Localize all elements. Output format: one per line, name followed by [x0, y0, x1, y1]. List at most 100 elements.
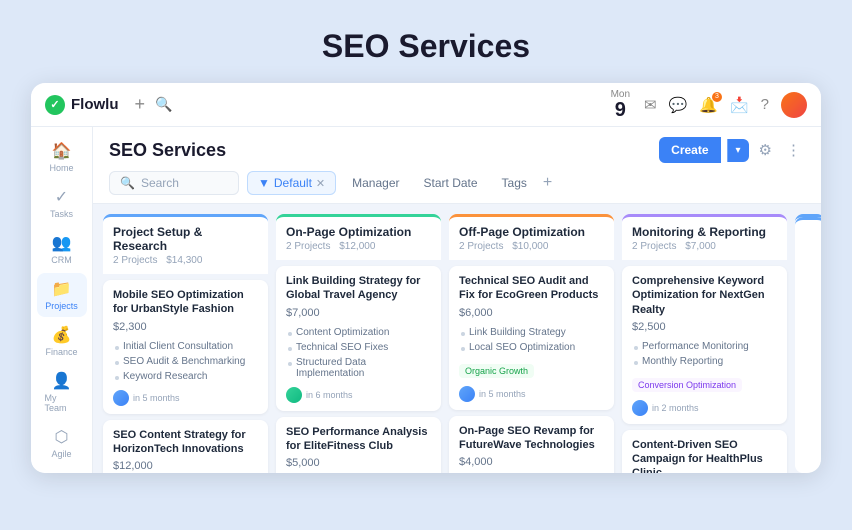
- card-1-0[interactable]: Link Building Strategy for Global Travel…: [276, 266, 441, 411]
- sidebar-label-tasks: Tasks: [50, 209, 73, 219]
- agile-icon: ⬡: [55, 427, 69, 447]
- search-box-icon: 🔍: [120, 176, 135, 190]
- mail-icon[interactable]: ✉: [644, 96, 657, 114]
- add-icon[interactable]: +: [135, 94, 146, 115]
- create-button[interactable]: Create: [659, 137, 720, 163]
- sidebar: 🏠 Home ✓ Tasks 👥 CRM 📁 Projects 💰 Financ…: [31, 127, 93, 473]
- col-projects-3: 2 Projects: [632, 241, 676, 252]
- search-box[interactable]: 🔍 Search: [109, 171, 239, 195]
- mini-avatar: [632, 400, 648, 416]
- col-amount-1: $12,000: [339, 241, 375, 252]
- card-price: $12,000: [113, 460, 258, 472]
- card-title: Link Building Strategy for Global Travel…: [286, 274, 431, 303]
- date-day: 9: [615, 100, 626, 120]
- card-time: in 5 months: [479, 389, 526, 399]
- filter-tags[interactable]: Tags: [494, 172, 535, 194]
- card-title: Comprehensive Keyword Optimization for N…: [632, 274, 777, 317]
- card-task: Link Building Strategy: [459, 325, 604, 340]
- filter-add-icon[interactable]: +: [543, 174, 552, 192]
- more-options-button[interactable]: ⋮: [782, 137, 805, 163]
- col-meta-0: 2 Projects $14,300: [113, 255, 258, 266]
- avatar[interactable]: [781, 92, 807, 118]
- col-meta-1: 2 Projects $12,000: [286, 241, 431, 252]
- sidebar-item-knowledge[interactable]: 📖 Knowledge Base: [37, 467, 87, 473]
- sidebar-label-home: Home: [49, 163, 73, 173]
- tasks-icon: ✓: [55, 187, 68, 207]
- col-amount-0: $14,300: [166, 255, 202, 266]
- card-time: in 2 months: [652, 403, 699, 413]
- card-2-1[interactable]: On-Page SEO Revamp for FutureWave Techno…: [449, 416, 614, 473]
- card-1-1[interactable]: SEO Performance Analysis for EliteFitnes…: [276, 417, 441, 473]
- search-icon[interactable]: 🔍: [155, 96, 172, 113]
- sidebar-item-finance[interactable]: 💰 Finance: [37, 319, 87, 363]
- filter-btn-default[interactable]: ▼ Default ✕: [247, 171, 336, 195]
- logo[interactable]: ✓ Flowlu: [45, 95, 119, 115]
- card-3-0[interactable]: Comprehensive Keyword Optimization for N…: [622, 266, 787, 424]
- kanban-col-1: On-Page Optimization 2 Projects $12,000 …: [276, 214, 441, 473]
- card-task: Technical SEO Fixes: [286, 340, 431, 355]
- card-price: $2,500: [632, 321, 777, 333]
- card-time: in 6 months: [306, 390, 353, 400]
- kanban-col-0: Project Setup & Research 2 Projects $14,…: [103, 214, 268, 473]
- sidebar-item-myteam[interactable]: 👤 My Team: [37, 365, 87, 419]
- card-task: Performance Monitoring: [632, 339, 777, 354]
- sidebar-item-tasks[interactable]: ✓ Tasks: [37, 181, 87, 225]
- col-meta-3: 2 Projects $7,000: [632, 241, 777, 252]
- mini-avatar: [113, 390, 129, 406]
- app-window: ✓ Flowlu + 🔍 Mon 9 ✉ 💬 🔔 3 📩 ? 🏠 H: [31, 83, 821, 473]
- finance-icon: 💰: [52, 325, 72, 345]
- card-0-1[interactable]: SEO Content Strategy for HorizonTech Inn…: [103, 420, 268, 473]
- projects-icon: 📁: [52, 279, 72, 299]
- col-amount-2: $10,000: [512, 241, 548, 252]
- card-task: Structured Data Implementation: [286, 355, 431, 381]
- kanban-col-3: Monitoring & Reporting 2 Projects $7,000…: [622, 214, 787, 473]
- crm-icon: 👥: [52, 233, 72, 253]
- date-display: Mon 9: [611, 89, 630, 120]
- sidebar-label-projects: Projects: [45, 301, 78, 311]
- card-title: On-Page SEO Revamp for FutureWave Techno…: [459, 424, 604, 453]
- card-tasks: Content Optimization Technical SEO Fixes…: [286, 325, 431, 381]
- sidebar-item-agile[interactable]: ⬡ Agile: [37, 421, 87, 465]
- card-tasks: Initial Client Consultation SEO Audit & …: [113, 339, 258, 384]
- col-title-0: Project Setup & Research: [113, 225, 258, 253]
- card-3-1[interactable]: Content-Driven SEO Campaign for HealthPl…: [622, 430, 787, 473]
- card-footer: in 2 months: [632, 400, 777, 416]
- filter-startdate[interactable]: Start Date: [416, 172, 486, 194]
- filter-icon: ▼: [258, 176, 270, 190]
- col-title-1: On-Page Optimization: [286, 225, 431, 239]
- help-icon[interactable]: ?: [761, 96, 769, 113]
- card-2-0[interactable]: Technical SEO Audit and Fix for EcoGreen…: [449, 266, 614, 410]
- chat-icon[interactable]: 💬: [669, 96, 688, 114]
- sidebar-label-crm: CRM: [51, 255, 72, 265]
- col-title-2: Off-Page Optimization: [459, 225, 604, 239]
- col-header-1: On-Page Optimization 2 Projects $12,000: [276, 214, 441, 260]
- sidebar-item-home[interactable]: 🏠 Home: [37, 135, 87, 179]
- card-footer: in 5 months: [459, 386, 604, 402]
- card-tasks: Link Building Strategy Local SEO Optimiz…: [459, 325, 604, 355]
- filter-manager[interactable]: Manager: [344, 172, 407, 194]
- notification-icon[interactable]: 🔔 3: [699, 96, 718, 114]
- logo-icon: ✓: [45, 95, 65, 115]
- card-0-0[interactable]: Mobile SEO Optimization for UrbanStyle F…: [103, 280, 268, 414]
- sidebar-item-projects[interactable]: 📁 Projects: [37, 273, 87, 317]
- card-task: Local SEO Optimization: [459, 340, 604, 355]
- filter-label: Default: [274, 176, 312, 190]
- message-icon[interactable]: 📩: [730, 96, 749, 114]
- content-header: SEO Services Create ▾ ⚙ ⋮ 🔍 Search ▼: [93, 127, 821, 204]
- filter-close-icon[interactable]: ✕: [316, 177, 325, 190]
- sidebar-item-crm[interactable]: 👥 CRM: [37, 227, 87, 271]
- card-task: SEO Audit & Benchmarking: [113, 354, 258, 369]
- create-dropdown-button[interactable]: ▾: [727, 139, 749, 162]
- col-amount-3: $7,000: [685, 241, 716, 252]
- card-title: SEO Content Strategy for HorizonTech Inn…: [113, 428, 258, 457]
- kanban-col-partial: [795, 214, 821, 473]
- card-title: Mobile SEO Optimization for UrbanStyle F…: [113, 288, 258, 317]
- topbar-icons: ✉ 💬 🔔 3 📩 ?: [644, 92, 807, 118]
- sidebar-label-finance: Finance: [45, 347, 77, 357]
- settings-icon-button[interactable]: ⚙: [755, 137, 776, 163]
- col-meta-2: 2 Projects $10,000: [459, 241, 604, 252]
- main-layout: 🏠 Home ✓ Tasks 👥 CRM 📁 Projects 💰 Financ…: [31, 127, 821, 473]
- card-time: in 5 months: [133, 393, 180, 403]
- content-header-row: SEO Services Create ▾ ⚙ ⋮: [109, 137, 805, 163]
- home-icon: 🏠: [52, 141, 72, 161]
